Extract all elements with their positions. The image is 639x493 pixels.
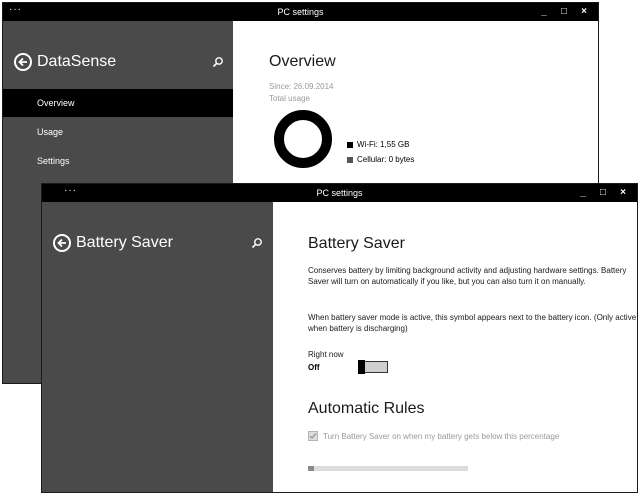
battery-saver-symbol-note: When battery saver mode is active, this …	[308, 313, 637, 333]
battery-threshold-slider[interactable]	[308, 466, 468, 471]
titlebar[interactable]: ··· PC settings _ □ ×	[3, 3, 598, 21]
maximize-icon[interactable]: □	[554, 5, 574, 19]
toggle-state-label: Off	[308, 363, 320, 372]
legend-wifi: Wi-Fi: 1,55 GB	[347, 140, 409, 150]
sidebar: Battery Saver	[42, 202, 273, 492]
legend-wifi-label: Wi-Fi: 1,55 GB	[357, 140, 410, 149]
battery-saver-toggle[interactable]	[358, 360, 388, 374]
minimize-icon[interactable]: _	[573, 186, 593, 200]
search-icon[interactable]	[251, 237, 263, 249]
legend-cellular: Cellular: 0 bytes	[347, 155, 414, 165]
automatic-rules-heading: Automatic Rules	[308, 400, 425, 417]
legend-cellular-label: Cellular: 0 bytes	[357, 155, 415, 164]
close-icon[interactable]: ×	[574, 5, 594, 19]
sidebar-item-usage[interactable]: Usage	[3, 118, 233, 146]
battery-saver-panel: Battery Saver Conserves battery by limit…	[273, 202, 637, 492]
window-controls: _ □ ×	[573, 186, 633, 200]
titlebar[interactable]: ··· PC settings _ □ ×	[42, 184, 637, 202]
toggle-thumb[interactable]	[358, 360, 365, 374]
maximize-icon[interactable]: □	[593, 186, 613, 200]
checkmark-icon	[309, 433, 317, 440]
battery-threshold-fill[interactable]	[308, 466, 314, 471]
window-title: PC settings	[316, 188, 363, 198]
sidebar-title: Battery Saver	[76, 234, 173, 251]
page-title: Battery Saver	[308, 235, 405, 252]
sidebar-title: DataSense	[37, 53, 117, 70]
cellular-swatch	[347, 157, 353, 163]
minimize-icon[interactable]: _	[534, 5, 554, 19]
window-title: PC settings	[277, 7, 324, 17]
sidebar-item-overview[interactable]: Overview	[3, 89, 233, 117]
auto-battery-saver-checkbox[interactable]	[308, 431, 318, 441]
usage-donut-chart	[274, 110, 332, 168]
back-arrow-glyph	[57, 238, 66, 248]
battery-saver-window: ··· PC settings _ □ × Battery Saver Batt…	[41, 183, 638, 493]
back-arrow-icon[interactable]	[14, 53, 32, 71]
window-controls: _ □ ×	[534, 5, 594, 19]
back-arrow-glyph	[18, 57, 27, 67]
total-usage-label: Total usage	[269, 94, 310, 103]
close-icon[interactable]: ×	[613, 186, 633, 200]
auto-battery-saver-label[interactable]: Turn Battery Saver on when my battery ge…	[323, 432, 559, 442]
page-title: Overview	[269, 53, 336, 70]
search-icon[interactable]	[212, 56, 224, 68]
wifi-swatch	[347, 142, 353, 148]
sidebar-item-settings[interactable]: Settings	[3, 147, 233, 175]
battery-saver-description: Conserves battery by limiting background…	[308, 266, 627, 286]
right-now-label: Right now	[308, 350, 344, 359]
back-arrow-icon[interactable]	[53, 234, 71, 252]
since-date: Since: 26.09.2014	[269, 82, 334, 91]
wifi-usage-ring	[274, 110, 332, 168]
